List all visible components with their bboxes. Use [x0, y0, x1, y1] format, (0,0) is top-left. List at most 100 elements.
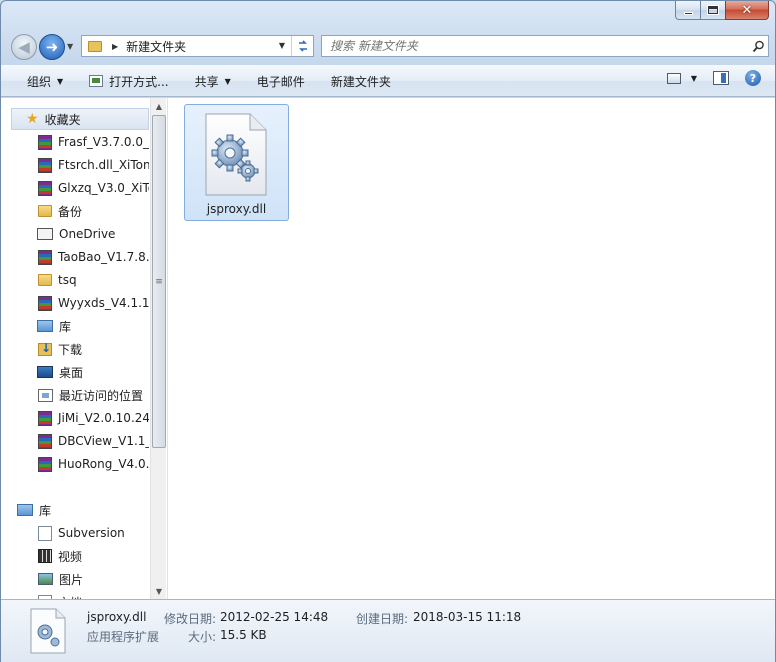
desktop-icon	[37, 366, 53, 378]
dll-gear-icon	[30, 608, 66, 654]
close-button[interactable]: ✕	[725, 1, 769, 20]
scroll-up-icon[interactable]: ▲	[151, 98, 166, 114]
nav-item-label: 桌面	[59, 365, 84, 380]
explorer-window: ✕ ◀ ➜ ▼ ▶ 新建文件夹 ▼ 搜索 新建文件夹 组织 ▼ 打开方式... …	[0, 0, 776, 662]
search-box[interactable]	[321, 35, 769, 57]
archive-icon	[38, 295, 52, 311]
nav-item-subversion[interactable]: Subversion	[1, 522, 149, 544]
nav-item-label: Frasf_V3.7.0.0_X	[58, 135, 149, 149]
nav-item-glxzq[interactable]: Glxzq_V3.0_XiTo	[1, 177, 149, 199]
library-icon	[37, 320, 53, 332]
favorites-header[interactable]: ★ 收藏夹	[11, 108, 149, 130]
scroll-thumb[interactable]: ≡	[152, 115, 166, 448]
recent-pages-dropdown[interactable]: ▼	[67, 42, 73, 51]
preview-pane-icon[interactable]	[713, 71, 729, 85]
change-view-icon[interactable]	[666, 72, 681, 84]
nav-item-recent-places[interactable]: 最近访问的位置	[1, 384, 149, 406]
open-with-icon	[89, 75, 104, 87]
nav-scrollbar[interactable]: ▲ ≡ ▼	[150, 98, 166, 599]
details-file-type: 应用程序扩展	[87, 630, 160, 644]
folder-icon	[88, 40, 102, 52]
command-bar: 组织 ▼ 打开方式... 共享 ▼ 电子邮件 新建文件夹 ▼ ?	[1, 65, 775, 97]
nav-item-desktop[interactable]: 桌面	[1, 361, 149, 383]
refresh-button[interactable]	[291, 36, 313, 56]
caption-buttons: ✕	[675, 1, 769, 20]
file-list[interactable]: jsproxy.dll	[167, 98, 775, 599]
details-file-name: jsproxy.dll	[87, 610, 147, 624]
created-label: 创建日期:	[356, 612, 409, 626]
nav-item-library[interactable]: 库	[1, 315, 149, 337]
folder-icon	[38, 205, 52, 217]
scroll-down-icon[interactable]: ▼	[151, 583, 166, 599]
view-dropdown-icon[interactable]: ▼	[691, 74, 697, 83]
breadcrumb-current[interactable]: 新建文件夹	[126, 38, 186, 55]
size-value: 15.5 KB	[220, 628, 267, 642]
nav-item-label: OneDrive	[59, 227, 116, 241]
nav-item-ftsrch[interactable]: Ftsrch.dll_XiTon	[1, 154, 149, 176]
address-dropdown-icon[interactable]: ▼	[279, 41, 285, 50]
dll-gear-icon	[205, 113, 267, 196]
nav-item-jimi[interactable]: JiMi_V2.0.10.24_	[1, 407, 149, 429]
minimize-button[interactable]	[675, 1, 700, 20]
nav-item-frasf[interactable]: Frasf_V3.7.0.0_X	[1, 131, 149, 153]
organize-button[interactable]: 组织 ▼	[14, 69, 76, 93]
modified-value: 2012-02-25 14:48	[220, 610, 329, 624]
new-folder-button[interactable]: 新建文件夹	[318, 69, 404, 93]
details-pane: jsproxy.dll 应用程序扩展 修改日期: 2012-02-25 14:4…	[1, 599, 775, 662]
nav-item-downloads[interactable]: 下载	[1, 338, 149, 360]
maximize-button[interactable]	[700, 1, 725, 20]
open-with-button[interactable]: 打开方式...	[76, 69, 181, 93]
refresh-icon	[298, 40, 307, 52]
content-area: ★ 收藏夹 Frasf_V3.7.0.0_X Ftsrch.dll_XiTon …	[1, 98, 775, 599]
archive-icon	[38, 180, 52, 196]
archive-icon	[38, 456, 52, 472]
email-label: 电子邮件	[256, 74, 305, 89]
favorites-label: 收藏夹	[44, 112, 81, 127]
nav-item-dbcview[interactable]: DBCView_V1.1_	[1, 430, 149, 452]
onedrive-icon	[37, 228, 53, 240]
nav-item-onedrive[interactable]: OneDrive	[1, 223, 149, 245]
nav-item-huorong[interactable]: HuoRong_V4.0.	[1, 453, 149, 475]
nav-item-taobao[interactable]: TaoBao_V1.7.8.	[1, 246, 149, 268]
nav-item-label: Ftsrch.dll_XiTon	[58, 158, 149, 172]
forward-button[interactable]: ➜	[39, 34, 65, 60]
nav-item-label: HuoRong_V4.0.	[58, 457, 149, 471]
maximize-icon	[708, 6, 718, 14]
downloads-icon	[38, 341, 52, 356]
search-icon[interactable]	[748, 36, 768, 56]
nav-item-label: 视频	[58, 549, 83, 564]
archive-icon	[38, 134, 52, 150]
nav-item-videos[interactable]: 视频	[1, 545, 149, 567]
back-button[interactable]: ◀	[11, 34, 37, 60]
toolbar-right: ▼ ?	[666, 70, 761, 86]
nav-item-documents[interactable]: 文档	[1, 591, 149, 599]
nav-item-label: JiMi_V2.0.10.24_	[58, 411, 149, 425]
organize-label: 组织	[27, 74, 52, 89]
address-bar[interactable]: ▶ 新建文件夹 ▼	[81, 35, 314, 57]
folder-icon	[38, 274, 52, 286]
back-arrow-icon: ◀	[18, 38, 30, 56]
help-icon[interactable]: ?	[745, 70, 761, 86]
nav-item-backup[interactable]: 备份	[1, 200, 149, 222]
nav-item-pictures[interactable]: 图片	[1, 568, 149, 590]
subversion-icon	[38, 525, 52, 541]
nav-item-label: 图片	[59, 572, 84, 587]
nav-item-label: tsq	[58, 273, 77, 287]
pictures-icon	[38, 573, 53, 585]
close-icon: ✕	[741, 2, 753, 18]
address-row: ◀ ➜ ▼ ▶ 新建文件夹 ▼	[9, 32, 769, 60]
breadcrumb-chevron-icon[interactable]: ▶	[112, 42, 118, 51]
file-item[interactable]: jsproxy.dll	[184, 104, 289, 221]
nav-item-tsq[interactable]: tsq	[1, 269, 149, 291]
modified-label: 修改日期:	[164, 612, 217, 626]
email-button[interactable]: 电子邮件	[244, 69, 318, 93]
chevron-down-icon: ▼	[57, 76, 64, 86]
navigation-pane: ★ 收藏夹 Frasf_V3.7.0.0_X Ftsrch.dll_XiTon …	[1, 98, 166, 599]
nav-item-label: 下载	[58, 342, 83, 357]
libraries-label: 库	[39, 503, 52, 518]
search-input[interactable]	[330, 39, 748, 53]
share-button[interactable]: 共享 ▼	[182, 69, 244, 93]
nav-item-wyyxds[interactable]: Wyyxds_V4.1.1.	[1, 292, 149, 314]
nav-item-label: 备份	[58, 204, 83, 219]
libraries-header[interactable]: 库	[1, 499, 149, 521]
